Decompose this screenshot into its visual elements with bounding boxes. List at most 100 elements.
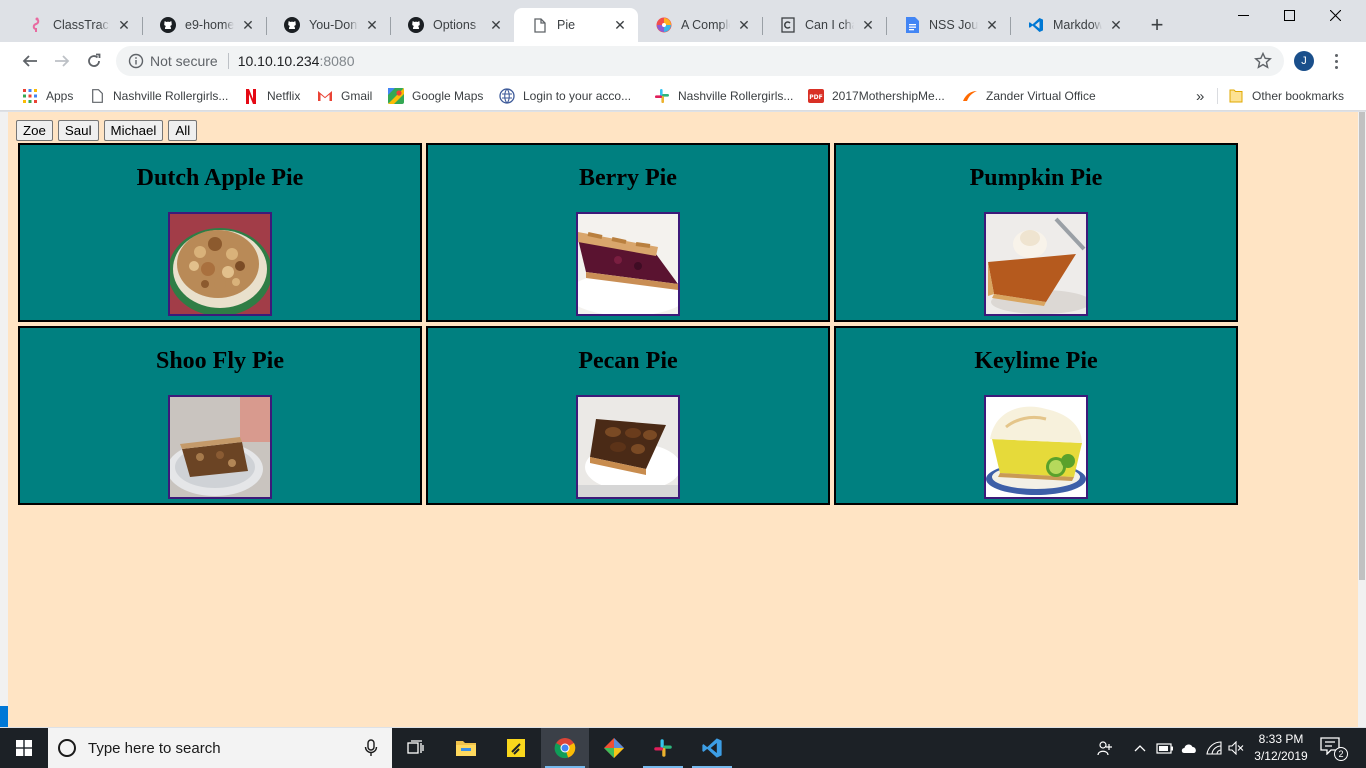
pie-card: Pecan Pie <box>426 326 830 505</box>
tab-strip: ClassTracker ✕ e9-homework ✕ You-Dont-Kn… <box>0 0 1366 42</box>
reload-icon[interactable] <box>82 49 106 73</box>
bookmark-label: Google Maps <box>412 89 484 103</box>
tab-title: e9-homework <box>185 18 234 32</box>
bookmark-label: 2017MothershipMe... <box>832 89 945 103</box>
slack-icon <box>654 88 670 104</box>
info-icon[interactable] <box>128 53 144 69</box>
security-label: Not secure <box>150 53 218 69</box>
dutch-apple-pie-photo <box>168 212 272 316</box>
globe-icon <box>499 88 515 104</box>
action-center-icon[interactable]: 2 <box>1320 737 1348 761</box>
profile-avatar[interactable]: J <box>1294 51 1314 71</box>
sticky-notes-icon[interactable] <box>492 728 540 768</box>
doc-c-icon <box>780 17 796 33</box>
bookmark-nashville-rollergirls-slack[interactable]: Nashville Rollergirls... <box>654 85 793 107</box>
pie-card: Berry Pie <box>426 143 830 322</box>
tab-title: ClassTracker <box>53 18 110 32</box>
bookmark-star-icon[interactable] <box>1254 52 1272 70</box>
people-icon[interactable] <box>1096 739 1114 757</box>
scrollbar-thumb[interactable] <box>1359 112 1365 580</box>
bookmark-label: Other bookmarks <box>1252 89 1345 103</box>
clock-time: 8:33 PM <box>1258 732 1304 746</box>
vscode-taskbar-icon[interactable] <box>688 728 736 768</box>
window-close-icon[interactable] <box>1312 0 1358 30</box>
pecan-pie-photo <box>576 395 680 499</box>
filter-button-saul[interactable]: Saul <box>57 120 99 141</box>
file-explorer-icon[interactable] <box>442 728 490 768</box>
onedrive-cloud-icon[interactable] <box>1180 739 1198 757</box>
filter-button-all[interactable]: All <box>168 120 198 141</box>
microphone-icon[interactable] <box>364 739 378 757</box>
pie-name: Dutch Apple Pie <box>136 165 304 191</box>
tab-complete-guide[interactable]: A Complete Guide ✕ <box>638 8 762 42</box>
bookmarks-overflow-chevron[interactable]: » <box>1196 85 1204 107</box>
svg-text:PDF: PDF <box>809 94 822 101</box>
tab-you-dont-know-js[interactable]: You-Dont-Know-JS ✕ <box>266 8 390 42</box>
bookmark-2017-mothership[interactable]: PDF 2017MothershipMe... <box>808 85 945 107</box>
filter-bar: Zoe Saul Michael All <box>16 120 198 141</box>
pie-card: Dutch Apple Pie <box>18 143 422 322</box>
bookmark-label: Nashville Rollergirls... <box>113 89 229 103</box>
volume-muted-icon[interactable] <box>1227 739 1245 757</box>
tab-e9-homework[interactable]: e9-homework ✕ <box>142 8 266 42</box>
new-tab-button[interactable]: + <box>1145 14 1169 38</box>
bookmark-nashville-rollergirls[interactable]: Nashville Rollergirls... <box>89 85 228 107</box>
close-icon[interactable]: ✕ <box>364 17 380 33</box>
tab-title: A Complete Guide <box>681 18 730 32</box>
close-icon[interactable]: ✕ <box>488 17 504 33</box>
bookmark-gmail[interactable]: Gmail <box>317 85 372 107</box>
close-icon[interactable]: ✕ <box>240 17 256 33</box>
netflix-icon <box>243 88 259 104</box>
tab-pie-active[interactable]: Pie ✕ <box>514 8 638 42</box>
chevron-up-icon[interactable] <box>1131 739 1149 757</box>
chrome-taskbar-icon[interactable] <box>541 728 589 768</box>
close-icon[interactable]: ✕ <box>984 17 1000 33</box>
filter-button-michael[interactable]: Michael <box>103 120 164 141</box>
tab-classtracker[interactable]: ClassTracker ✕ <box>10 8 142 42</box>
page-icon <box>532 17 548 33</box>
git-kraken-icon[interactable] <box>590 728 638 768</box>
close-icon[interactable]: ✕ <box>612 17 628 33</box>
slack-taskbar-icon[interactable] <box>639 728 687 768</box>
keylime-pie-photo <box>984 395 1088 499</box>
bookmark-apps[interactable]: Apps <box>22 85 73 107</box>
tab-nss-journal[interactable]: NSS Journal ✕ <box>886 8 1010 42</box>
bookmark-zander[interactable]: Zander Virtual Office <box>962 85 1096 107</box>
close-icon[interactable]: ✕ <box>116 17 132 33</box>
system-clock[interactable]: 8:33 PM 3/12/2019 <box>1248 731 1314 765</box>
battery-icon[interactable] <box>1156 739 1174 757</box>
close-icon[interactable]: ✕ <box>1108 17 1124 33</box>
tab-can-i-change[interactable]: Can I change ✕ <box>762 8 886 42</box>
tab-title: Markdown <box>1053 18 1102 32</box>
bookmark-google-maps[interactable]: Google Maps <box>388 85 483 107</box>
address-bar[interactable]: Not secure 10.10.10.234:8080 <box>116 46 1284 76</box>
page-icon <box>89 88 105 104</box>
task-view-icon[interactable] <box>392 728 440 768</box>
maximize-icon[interactable] <box>1266 0 1312 30</box>
page-scrollbar[interactable] <box>1358 112 1366 727</box>
close-icon[interactable]: ✕ <box>736 17 752 33</box>
tab-options[interactable]: Options ✕ <box>390 8 514 42</box>
wifi-icon[interactable] <box>1205 739 1223 757</box>
bookmark-label: Nashville Rollergirls... <box>678 89 794 103</box>
bookmarks-bar: Apps Nashville Rollergirls... Netflix Gm… <box>0 80 1366 111</box>
close-icon[interactable]: ✕ <box>860 17 876 33</box>
kebab-menu-icon[interactable] <box>1326 51 1346 71</box>
forward-arrow-icon[interactable] <box>50 49 74 73</box>
filter-button-zoe[interactable]: Zoe <box>16 120 53 141</box>
bookmark-other[interactable]: Other bookmarks <box>1228 85 1344 107</box>
bookmark-login[interactable]: Login to your acco... <box>499 85 631 107</box>
maps-icon <box>388 88 404 104</box>
windows-taskbar: Type here to search 8:33 PM 3/12/2019 2 <box>0 728 1366 768</box>
clock-date: 3/12/2019 <box>1254 749 1308 763</box>
tab-title: NSS Journal <box>929 18 978 32</box>
minimize-icon[interactable] <box>1220 0 1266 30</box>
windows-start-icon[interactable] <box>0 728 48 768</box>
github-icon <box>408 17 424 33</box>
back-arrow-icon[interactable] <box>18 49 42 73</box>
zander-icon <box>962 88 978 104</box>
taskbar-search-input[interactable]: Type here to search <box>48 728 392 768</box>
shoo-fly-pie-photo <box>168 395 272 499</box>
tab-markdown[interactable]: Markdown ✕ <box>1010 8 1134 42</box>
bookmark-netflix[interactable]: Netflix <box>243 85 300 107</box>
